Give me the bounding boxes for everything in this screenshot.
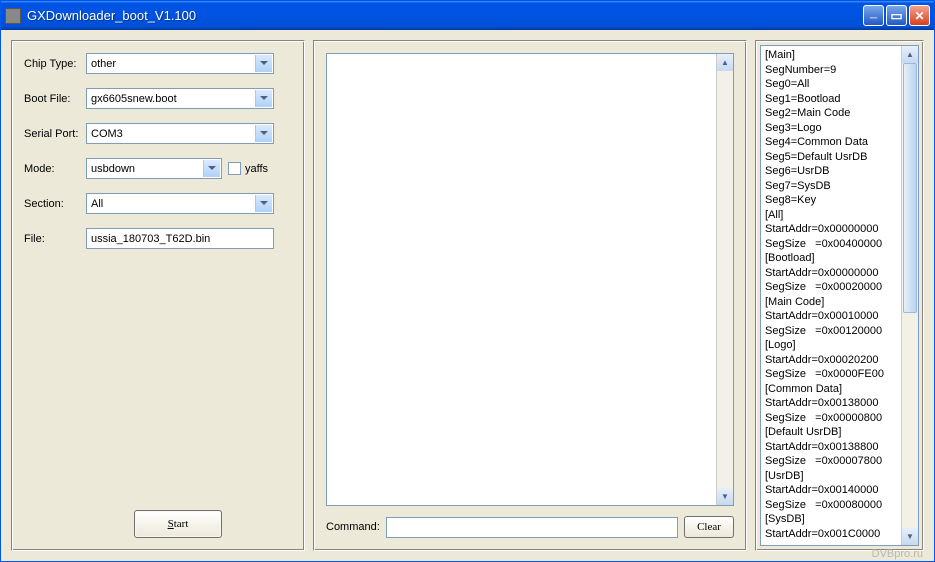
section-label: Section: xyxy=(24,198,86,210)
start-button[interactable]: Start xyxy=(134,510,222,538)
scroll-track[interactable] xyxy=(902,313,918,528)
scroll-track[interactable] xyxy=(717,71,733,488)
scroll-up-icon[interactable]: ▲ xyxy=(717,54,733,71)
scroll-down-icon[interactable]: ▼ xyxy=(902,528,918,545)
command-label: Command: xyxy=(326,521,380,533)
chip-type-label: Chip Type: xyxy=(24,58,86,70)
file-input[interactable] xyxy=(86,228,274,249)
output-panel: ▲ ▼ Command: Clear xyxy=(313,40,747,551)
window-controls xyxy=(863,5,930,26)
chevron-down-icon xyxy=(260,201,268,205)
serial-port-value: COM3 xyxy=(91,128,123,140)
chip-type-combo[interactable]: other xyxy=(86,53,274,74)
close-button[interactable] xyxy=(909,5,930,26)
chevron-down-icon xyxy=(260,61,268,65)
log-textarea[interactable]: [Main] SegNumber=9 Seg0=All Seg1=Bootloa… xyxy=(760,45,919,546)
mode-label: Mode: xyxy=(24,163,86,175)
serial-port-label: Serial Port: xyxy=(24,128,86,140)
chevron-down-icon xyxy=(208,166,216,170)
log-panel: [Main] SegNumber=9 Seg0=All Seg1=Bootloa… xyxy=(755,40,924,551)
boot-file-label: Boot File: xyxy=(24,93,86,105)
clear-button[interactable]: Clear xyxy=(684,516,734,538)
app-icon xyxy=(5,8,21,24)
section-combo[interactable]: All xyxy=(86,193,274,214)
watermark: DVBpro.ru xyxy=(872,548,923,560)
mode-combo[interactable]: usbdown xyxy=(86,158,222,179)
boot-file-value: gx6605snew.boot xyxy=(91,93,177,105)
chevron-down-icon xyxy=(260,96,268,100)
yaffs-checkbox[interactable] xyxy=(228,162,241,175)
yaffs-checkbox-wrap[interactable]: yaffs xyxy=(228,162,268,175)
client-area: Chip Type: other Boot File: gx6605snew.b… xyxy=(1,30,934,561)
scroll-up-icon[interactable]: ▲ xyxy=(902,46,918,63)
scroll-thumb[interactable] xyxy=(903,63,917,313)
chip-type-value: other xyxy=(91,58,116,70)
mode-value: usbdown xyxy=(91,163,135,175)
file-label: File: xyxy=(24,233,86,245)
command-input[interactable] xyxy=(386,517,678,538)
app-window: GXDownloader_boot_V1.100 Chip Type: othe… xyxy=(0,0,935,562)
output-scrollbar[interactable]: ▲ ▼ xyxy=(716,54,733,505)
log-scrollbar[interactable]: ▲ ▼ xyxy=(901,46,918,545)
maximize-button[interactable] xyxy=(886,5,907,26)
chevron-down-icon xyxy=(260,131,268,135)
minimize-button[interactable] xyxy=(863,5,884,26)
window-title: GXDownloader_boot_V1.100 xyxy=(27,8,863,23)
boot-file-combo[interactable]: gx6605snew.boot xyxy=(86,88,274,109)
titlebar[interactable]: GXDownloader_boot_V1.100 xyxy=(1,1,934,30)
section-value: All xyxy=(91,198,103,210)
config-panel: Chip Type: other Boot File: gx6605snew.b… xyxy=(11,40,305,551)
yaffs-label: yaffs xyxy=(245,163,268,175)
serial-port-combo[interactable]: COM3 xyxy=(86,123,274,144)
output-textarea[interactable]: ▲ ▼ xyxy=(326,53,734,506)
scroll-down-icon[interactable]: ▼ xyxy=(717,488,733,505)
log-content: [Main] SegNumber=9 Seg0=All Seg1=Bootloa… xyxy=(765,48,914,541)
